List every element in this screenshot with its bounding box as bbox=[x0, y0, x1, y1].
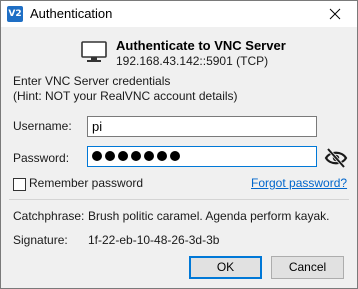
password-dot bbox=[118, 151, 128, 161]
username-label: Username: bbox=[13, 119, 72, 133]
authentication-dialog: V2 Authentication Authenticate to VNC Se… bbox=[0, 0, 358, 289]
close-icon bbox=[329, 8, 341, 20]
title-bar[interactable]: V2 Authentication bbox=[1, 1, 357, 27]
remember-password-label[interactable]: Remember password bbox=[29, 176, 143, 190]
dialog-body: Authenticate to VNC Server 192.168.43.14… bbox=[1, 27, 357, 288]
password-dot bbox=[170, 151, 180, 161]
cancel-button[interactable]: Cancel bbox=[271, 256, 344, 279]
password-mask bbox=[92, 151, 180, 161]
password-field[interactable] bbox=[87, 146, 317, 167]
remember-password-checkbox[interactable] bbox=[13, 178, 26, 191]
password-label: Password: bbox=[13, 151, 70, 165]
username-field[interactable]: pi bbox=[87, 116, 317, 137]
catchphrase-value: Brush politic caramel. Agenda perform ka… bbox=[88, 209, 330, 223]
close-button[interactable] bbox=[313, 1, 357, 27]
password-dot bbox=[105, 151, 115, 161]
signature-value: 1f-22-eb-10-48-26-3d-3b bbox=[88, 233, 220, 247]
signature-label: Signature: bbox=[13, 233, 68, 247]
password-dot bbox=[92, 151, 102, 161]
divider bbox=[9, 199, 349, 200]
password-dot bbox=[157, 151, 167, 161]
dialog-heading: Authenticate to VNC Server bbox=[116, 38, 286, 53]
catchphrase-label: Catchphrase: bbox=[13, 209, 85, 223]
forgot-password-link[interactable]: Forgot password? bbox=[251, 176, 347, 190]
monitor-icon bbox=[81, 41, 107, 62]
password-dot bbox=[144, 151, 154, 161]
window-title: Authentication bbox=[30, 6, 113, 21]
eye-slash-icon[interactable] bbox=[324, 148, 348, 168]
vnc-viewer-icon: V2 bbox=[7, 6, 23, 22]
password-dot bbox=[131, 151, 141, 161]
username-value: pi bbox=[92, 119, 103, 134]
credentials-prompt: Enter VNC Server credentials bbox=[13, 74, 171, 88]
ok-button[interactable]: OK bbox=[189, 256, 262, 279]
credentials-hint: (Hint: NOT your RealVNC account details) bbox=[13, 89, 238, 103]
server-address: 192.168.43.142::5901 (TCP) bbox=[116, 54, 269, 68]
